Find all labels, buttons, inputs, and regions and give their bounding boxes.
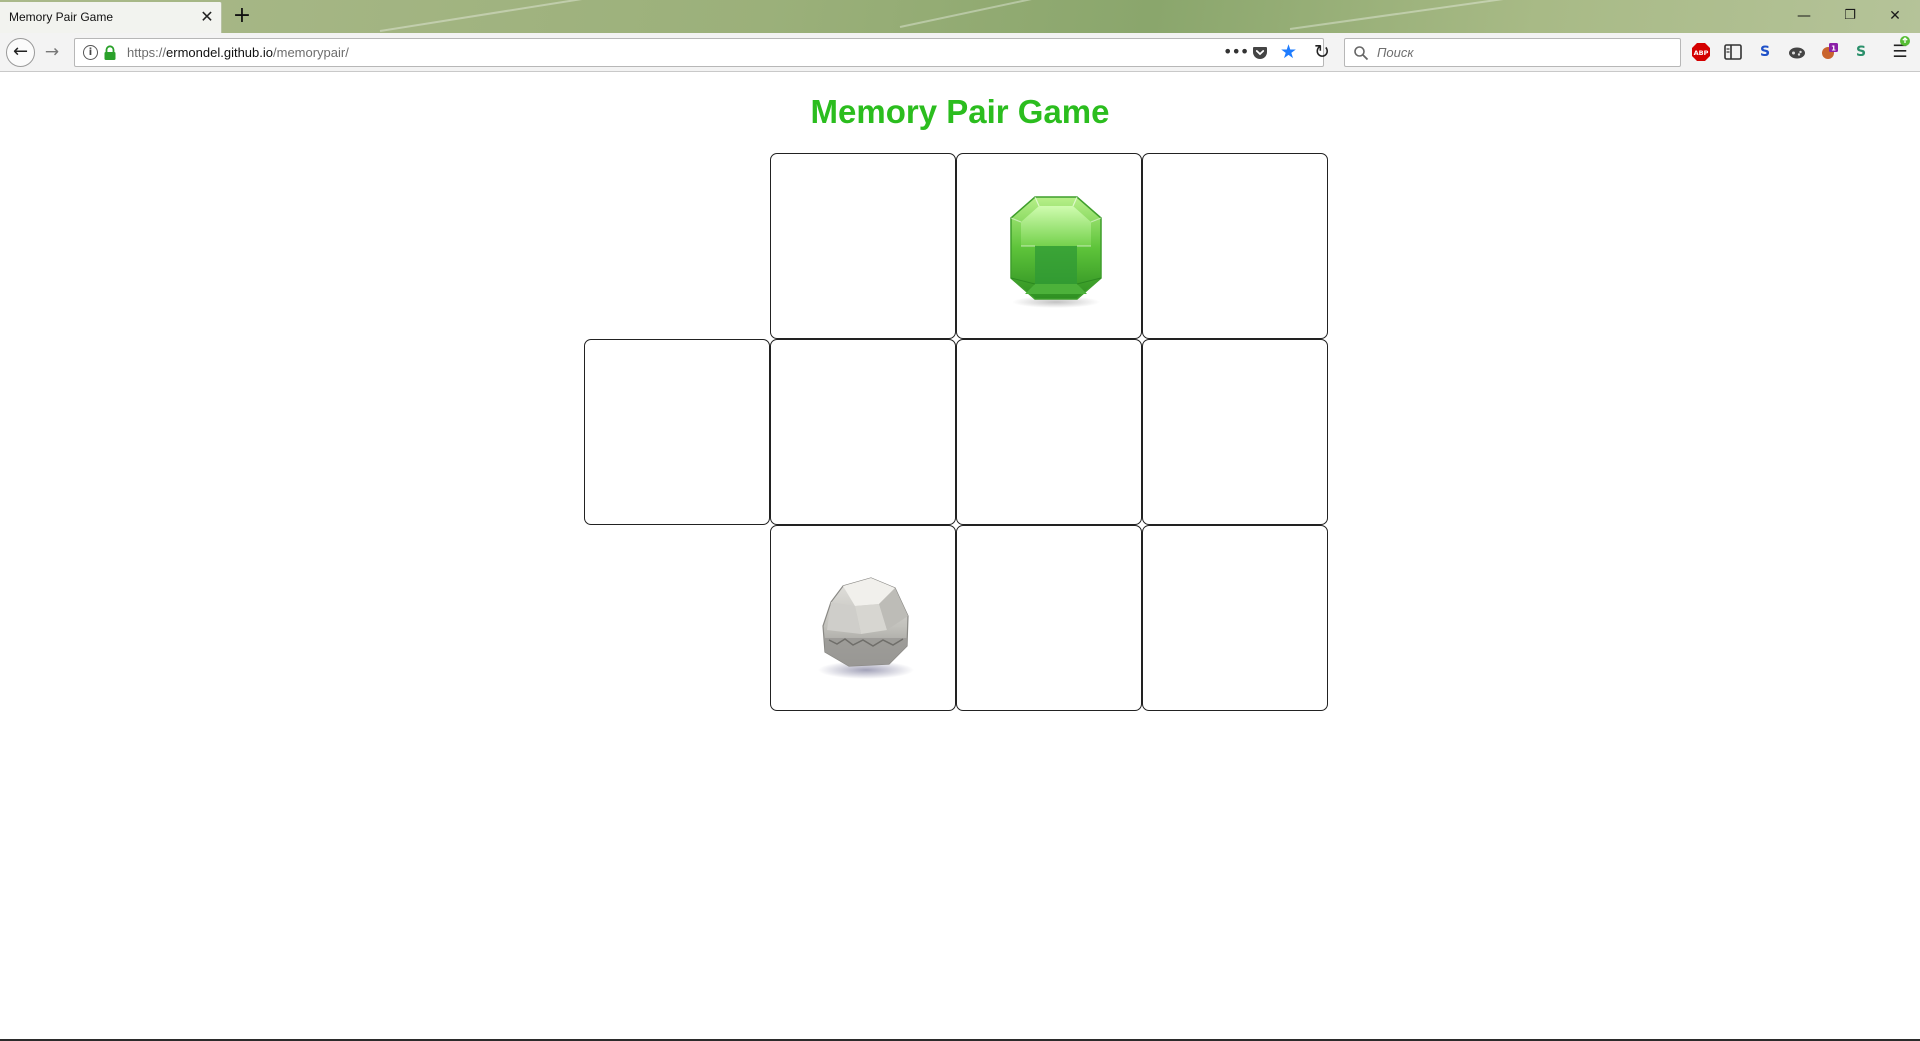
tab-title: Memory Pair Game bbox=[9, 10, 114, 24]
browser-tab-active[interactable]: Memory Pair Game ✕ bbox=[0, 2, 222, 33]
notification-count: 1 bbox=[1831, 45, 1836, 53]
page-content: Memory Pair Game bbox=[0, 73, 1920, 1041]
tab-close-icon[interactable]: ✕ bbox=[199, 9, 215, 25]
bookmark-star-icon[interactable]: ★ bbox=[1280, 42, 1297, 62]
back-button[interactable]: ← bbox=[6, 38, 35, 67]
green-gem-icon bbox=[1010, 196, 1102, 308]
site-info-icon[interactable]: i bbox=[83, 45, 98, 60]
page-actions-icon[interactable]: ••• bbox=[1223, 42, 1249, 61]
adblock-label: ABP bbox=[1694, 49, 1709, 57]
url-scheme: https:// bbox=[127, 45, 167, 60]
url-path: /memorypair/ bbox=[273, 45, 349, 60]
sidebar-shape bbox=[1724, 44, 1742, 60]
s-green-extension-icon[interactable]: S bbox=[1851, 42, 1871, 62]
reload-button[interactable]: ↻ bbox=[1310, 41, 1334, 65]
gray-rock-icon bbox=[818, 577, 914, 679]
card-face-down[interactable] bbox=[1142, 153, 1328, 339]
navigation-toolbar: ← → i https://ermondel.github.io/memoryp… bbox=[0, 33, 1920, 72]
s-extension-icon[interactable]: S bbox=[1755, 42, 1775, 62]
search-placeholder: Поиск bbox=[1377, 45, 1414, 60]
adblock-plus-shape: ABP bbox=[1692, 43, 1710, 61]
new-tab-button[interactable]: + bbox=[230, 4, 254, 28]
browser-titlebar: Memory Pair Game ✕ + — ❐ ✕ bbox=[0, 0, 1920, 33]
s-green-extension-label: S bbox=[1855, 44, 1867, 60]
card-face-up[interactable] bbox=[956, 153, 1142, 339]
theme-streak bbox=[899, 0, 1077, 28]
url-host: ermondel.github.io bbox=[166, 45, 273, 60]
search-bar[interactable]: Поиск bbox=[1344, 38, 1681, 67]
notification-shape: 1 bbox=[1822, 43, 1838, 59]
theme-streak bbox=[1289, 0, 1548, 30]
card-face-down[interactable] bbox=[1142, 525, 1328, 711]
secure-lock-icon bbox=[104, 45, 116, 60]
notification-extension-icon[interactable]: 1 bbox=[1819, 42, 1839, 62]
sidebar-icon[interactable] bbox=[1723, 42, 1743, 62]
minimize-window-button[interactable]: — bbox=[1795, 7, 1813, 25]
card-face-down[interactable] bbox=[956, 525, 1142, 711]
card-face-up[interactable] bbox=[770, 525, 956, 711]
url-text[interactable]: https://ermondel.github.io/memorypair/ bbox=[127, 45, 349, 60]
s-extension-label: S bbox=[1759, 44, 1771, 60]
restore-window-button[interactable]: ❐ bbox=[1841, 7, 1859, 25]
gamepad-extension-icon[interactable] bbox=[1787, 42, 1807, 62]
forward-button[interactable]: → bbox=[41, 41, 63, 63]
address-bar[interactable]: i https://ermondel.github.io/memorypair/… bbox=[74, 38, 1324, 67]
card-face-down[interactable] bbox=[1142, 339, 1328, 525]
close-window-button[interactable]: ✕ bbox=[1886, 7, 1904, 25]
card-face-down[interactable] bbox=[956, 339, 1142, 525]
theme-streak bbox=[379, 0, 598, 32]
card-face bbox=[957, 154, 1141, 338]
update-badge-icon bbox=[1900, 36, 1910, 46]
search-icon bbox=[1354, 46, 1369, 61]
gamepad-shape bbox=[1789, 47, 1805, 59]
card-face-down[interactable] bbox=[770, 153, 956, 339]
adblock-plus-icon[interactable]: ABP bbox=[1691, 42, 1711, 62]
card-face bbox=[771, 526, 955, 710]
page-title: Memory Pair Game bbox=[810, 93, 1110, 130]
card-face-down[interactable] bbox=[584, 339, 770, 525]
pocket-icon[interactable] bbox=[1252, 45, 1268, 61]
card-face-down[interactable] bbox=[770, 339, 956, 525]
